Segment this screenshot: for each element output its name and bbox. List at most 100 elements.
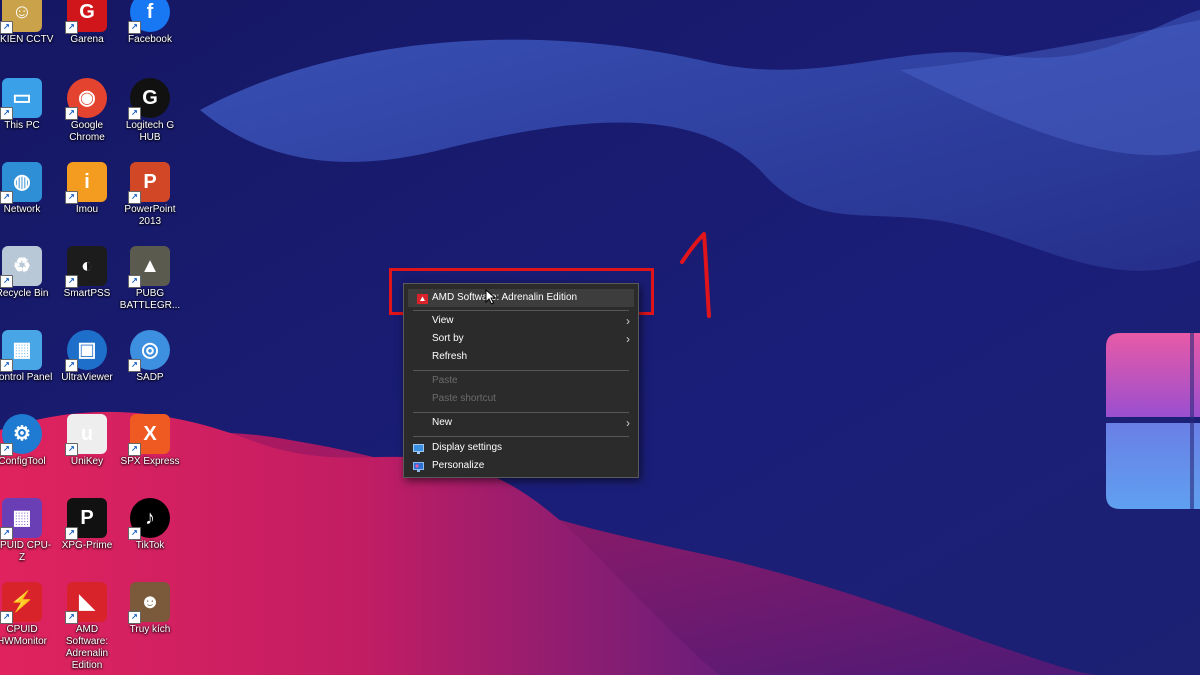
spx-express-icon: X ↗: [128, 414, 170, 456]
desktop-icon[interactable]: u ↗ UniKey: [55, 414, 119, 468]
annotation-step-number: [680, 232, 711, 318]
control-panel-icon: ▦ ↗: [0, 330, 42, 372]
desktop-icon[interactable]: i ↗ Imou: [55, 162, 119, 216]
shortcut-arrow-icon: ↗: [0, 21, 13, 34]
shortcut-arrow-icon: ↗: [128, 21, 141, 34]
shortcut-arrow-icon: ↗: [65, 527, 78, 540]
menu-item-label: Paste: [432, 375, 458, 386]
powerpoint-icon: P ↗: [128, 162, 170, 204]
shortcut-arrow-icon: ↗: [65, 275, 78, 288]
shortcut-arrow-icon: ↗: [128, 275, 141, 288]
menu-separator: [413, 310, 629, 311]
desktop-icon[interactable]: f ↗ Facebook: [118, 0, 182, 46]
desktop-icon-label: Network: [3, 204, 41, 215]
desktop-icon[interactable]: G ↗ Logitech G HUB: [118, 78, 182, 144]
computer-icon: ▭ ↗: [0, 78, 42, 120]
desktop-icon-label: E KIEN CCTV: [0, 34, 54, 45]
menu-separator: [413, 436, 629, 437]
chevron-right-icon: ›: [626, 332, 630, 346]
chrome-icon: ◉ ↗: [65, 78, 107, 120]
menu-item-display-settings[interactable]: Display settings: [404, 439, 638, 457]
shortcut-arrow-icon: ↗: [128, 107, 141, 120]
desktop-icon-label: AMD Software: Adrenalin Edition: [65, 624, 109, 671]
desktop-icon[interactable]: ◐ ↗ SmartPSS: [55, 246, 119, 300]
imou-icon: i ↗: [65, 162, 107, 204]
desktop-icon[interactable]: G ↗ Garena: [55, 0, 119, 46]
desktop-icon[interactable]: ◉ ↗ Google Chrome: [55, 78, 119, 144]
desktop-icon[interactable]: ▲ ↗ PUBG BATTLEGR...: [118, 246, 182, 312]
desktop-icon-label: UniKey: [70, 456, 104, 467]
shortcut-arrow-icon: ↗: [65, 107, 78, 120]
smartpss-icon: ◐ ↗: [65, 246, 107, 288]
desktop-icon[interactable]: P ↗ XPG-Prime: [55, 498, 119, 552]
chevron-right-icon: ›: [626, 314, 630, 328]
desktop-icon-label: Recycle Bin: [0, 288, 49, 299]
shortcut-arrow-icon: ↗: [0, 275, 13, 288]
menu-item-paste-shortcut[interactable]: Paste shortcut: [404, 390, 638, 408]
display-icon: [413, 443, 424, 454]
menu-item-amd-software[interactable]: AMD Software: Adrenalin Edition: [408, 289, 634, 307]
menu-item-label: Paste shortcut: [432, 393, 496, 404]
shortcut-arrow-icon: ↗: [65, 443, 78, 456]
desktop-icon[interactable]: ⚡ ↗ CPUID HWMonitor: [0, 582, 54, 648]
menu-item-refresh[interactable]: Refresh: [404, 348, 638, 366]
desktop-icon[interactable]: P ↗ PowerPoint 2013: [118, 162, 182, 228]
shortcut-arrow-icon: ↗: [128, 527, 141, 540]
desktop-icon[interactable]: ▭ ↗ This PC: [0, 78, 54, 132]
desktop-icon[interactable]: ♻ ↗ Recycle Bin: [0, 246, 54, 300]
desktop-icon-label: Google Chrome: [69, 120, 105, 143]
desktop-icon[interactable]: ☻ ↗ Truy kích: [118, 582, 182, 636]
xpg-prime-icon: P ↗: [65, 498, 107, 540]
desktop-icon[interactable]: ◍ ↗ Network: [0, 162, 54, 216]
personalize-icon: [413, 461, 424, 472]
menu-item-label: View: [432, 315, 454, 326]
desktop-icon[interactable]: ▣ ↗ UltraViewer: [55, 330, 119, 384]
shortcut-arrow-icon: ↗: [65, 611, 78, 624]
desktop-icon[interactable]: ▦↗CPUID CPU-Z: [0, 498, 54, 564]
desktop-icon[interactable]: ◣ ↗ AMD Software: Adrenalin Edition: [55, 582, 119, 672]
garena-icon: G ↗: [65, 0, 107, 34]
desktop-icon[interactable]: X ↗ SPX Express: [118, 414, 182, 468]
desktop-icon-label: This PC: [4, 120, 40, 131]
chevron-right-icon: ›: [626, 416, 630, 430]
desktop-icon[interactable]: ◎ ↗ SADP: [118, 330, 182, 384]
desktop-icon-label: Garena: [70, 34, 104, 45]
desktop-icon-label: UltraViewer: [61, 372, 113, 383]
menu-item-label: New: [432, 417, 453, 428]
cpuz-icon: ▦ ↗: [0, 498, 42, 540]
menu-item-label: Refresh: [432, 351, 468, 362]
menu-separator: [413, 370, 629, 371]
shortcut-arrow-icon: ↗: [65, 191, 78, 204]
shortcut-arrow-icon: ↗: [0, 611, 13, 624]
desktop-icon[interactable]: ☺↗E KIEN CCTV: [0, 0, 54, 46]
menu-item-paste[interactable]: Paste: [404, 372, 638, 390]
desktop-icon-label: XPG-Prime: [61, 540, 113, 551]
shortcut-arrow-icon: ↗: [128, 443, 141, 456]
configtool-icon: ⚙ ↗: [0, 414, 42, 456]
desktop-icon[interactable]: ⚙ ↗ ConfigTool: [0, 414, 54, 468]
menu-item-label: Display settings: [432, 442, 503, 453]
menu-item-view[interactable]: View ›: [404, 312, 638, 330]
facebook-icon: f ↗: [128, 0, 170, 34]
amd-icon: ◣ ↗: [65, 582, 107, 624]
desktop-icon-label: TikTok: [135, 540, 165, 551]
desktop-icon-label: CPUID CPU-Z: [0, 540, 52, 563]
mouse-cursor-icon: [485, 289, 497, 305]
desktop-icon-label: Truy kích: [129, 624, 171, 635]
menu-item-sort-by[interactable]: Sort by ›: [404, 330, 638, 348]
windows-logo-icon: [1106, 333, 1200, 509]
menu-item-new[interactable]: New ›: [404, 414, 638, 432]
shortcut-arrow-icon: ↗: [0, 443, 13, 456]
desktop-icon-label: Imou: [75, 204, 99, 215]
desktop-icon-label: SPX Express: [120, 456, 180, 467]
ultraviewer-icon: ▣ ↗: [65, 330, 107, 372]
desktop-icon-label: PowerPoint 2013: [124, 204, 176, 227]
menu-item-label: Personalize: [432, 460, 485, 471]
desktop-icon[interactable]: ▦↗Control Panel: [0, 330, 54, 384]
shortcut-arrow-icon: ↗: [0, 107, 13, 120]
shortcut-arrow-icon: ↗: [0, 527, 13, 540]
desktop-icon[interactable]: ♪ ↗ TikTok: [118, 498, 182, 552]
menu-item-label: Sort by: [432, 333, 464, 344]
menu-item-personalize[interactable]: Personalize: [404, 457, 638, 475]
desktop-icon-label: PUBG BATTLEGR...: [119, 288, 181, 311]
